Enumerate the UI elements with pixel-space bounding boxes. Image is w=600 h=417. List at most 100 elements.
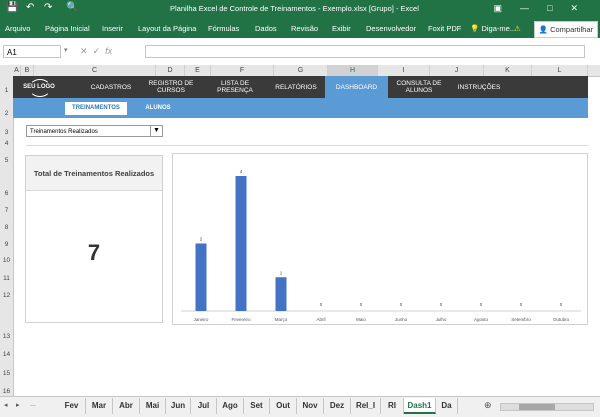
- row-header-3[interactable]: 3: [0, 129, 13, 136]
- col-header-h[interactable]: H: [328, 65, 378, 76]
- col-header-l[interactable]: L: [532, 65, 588, 76]
- sheet-tab-set[interactable]: Set: [244, 398, 270, 414]
- chart-category-label: Janeiro: [194, 317, 209, 322]
- cancel-icon[interactable]: ✕: [80, 46, 88, 56]
- col-header-c[interactable]: C: [34, 65, 156, 76]
- tab-foxit-pdf[interactable]: Foxit PDF: [428, 24, 461, 33]
- row-header-8[interactable]: 8: [0, 224, 13, 231]
- nav-lista-presenca[interactable]: LISTA DE PRESENÇA: [211, 76, 259, 98]
- redo-icon[interactable]: ↷: [44, 2, 52, 13]
- nav-relatorios[interactable]: RELATÓRIOS: [271, 76, 321, 98]
- scrollbar-thumb[interactable]: [519, 404, 555, 410]
- row-header-7[interactable]: 7: [0, 207, 13, 214]
- nav-consulta-alunos[interactable]: CONSULTA DE ALUNOS: [393, 76, 445, 98]
- sheet-tab-jun[interactable]: Jun: [166, 398, 191, 414]
- title-bar: 💾 ↶ ↷ 🔍 Planilha Excel de Controle de Tr…: [0, 0, 600, 20]
- chart-category-label: Setembro: [511, 317, 531, 322]
- tab-inserir[interactable]: Inserir: [102, 24, 123, 33]
- print-preview-icon[interactable]: 🔍: [66, 2, 78, 13]
- chart-category-label: Março: [275, 317, 288, 322]
- chart-bar: [275, 277, 287, 311]
- chart-category-label: Outubro: [553, 317, 570, 322]
- row-header-4[interactable]: 4: [0, 140, 13, 147]
- row-header-15[interactable]: 15: [0, 370, 13, 377]
- col-header-g[interactable]: G: [274, 65, 328, 76]
- row-header-6[interactable]: 6: [0, 190, 13, 197]
- row-header-1[interactable]: 1: [0, 87, 13, 94]
- chart-data-label: 2: [200, 237, 203, 242]
- chart-data-label: 4: [240, 169, 243, 174]
- chart-category-label: Julho: [436, 317, 447, 322]
- row-header-13[interactable]: 13: [0, 333, 13, 340]
- row-header-5[interactable]: 5: [0, 157, 13, 164]
- sheet-tab-mar[interactable]: Mar: [86, 398, 113, 414]
- row-header-11[interactable]: 11: [0, 275, 13, 282]
- row-header-16[interactable]: 16: [0, 388, 13, 395]
- row-header-14[interactable]: 14: [0, 351, 13, 358]
- company-logo: SEU LOGO: [21, 78, 57, 97]
- sheet-scroll-left-icon[interactable]: ◂: [4, 401, 8, 409]
- tab-revisao[interactable]: Revisão: [291, 24, 318, 33]
- report-type-dropdown[interactable]: Treinamentos Realizados ▼: [26, 125, 163, 137]
- col-header-k[interactable]: K: [484, 65, 532, 76]
- sheet-tab-ago[interactable]: Ago: [217, 398, 244, 414]
- save-icon[interactable]: 💾: [6, 2, 18, 13]
- dropdown-arrow-icon[interactable]: ▼: [150, 126, 162, 136]
- sheet-tab-nov[interactable]: Nov: [297, 398, 324, 414]
- row-header[interactable]: [0, 79, 13, 86]
- row-header-2[interactable]: 2: [0, 110, 13, 117]
- maximize-icon[interactable]: □: [547, 3, 570, 13]
- sheet-tab-dez[interactable]: Dez: [324, 398, 351, 414]
- col-header-e[interactable]: E: [185, 65, 211, 76]
- tell-me-box[interactable]: 💡 Diga-me...: [470, 24, 516, 33]
- close-icon[interactable]: ✕: [570, 3, 596, 13]
- sheet-more-left-icon[interactable]: ...: [30, 401, 36, 408]
- col-header-j[interactable]: J: [430, 65, 484, 76]
- col-header-f[interactable]: F: [211, 65, 274, 76]
- nav-dashboard[interactable]: DASHBOARD: [325, 76, 388, 98]
- formula-input[interactable]: [145, 45, 585, 58]
- tab-desenvolvedor[interactable]: Desenvolvedor: [366, 24, 416, 33]
- col-header-b[interactable]: B: [21, 65, 34, 76]
- tab-dados[interactable]: Dados: [255, 24, 277, 33]
- col-header-d[interactable]: D: [156, 65, 185, 76]
- chart-category-label: Agosto: [474, 317, 489, 322]
- sheet-tab-fev[interactable]: Fev: [58, 398, 86, 414]
- name-box-dropdown-icon[interactable]: ▾: [64, 46, 68, 54]
- sheet-tab-rel-i[interactable]: Rel_I: [351, 398, 381, 414]
- sheet-scroll-right-icon[interactable]: ▸: [16, 401, 20, 409]
- tab-pagina-inicial[interactable]: Página Inicial: [45, 24, 90, 33]
- name-box[interactable]: A1: [3, 45, 61, 58]
- tab-arquivo[interactable]: Arquivo: [5, 24, 30, 33]
- sheet-tab-ri[interactable]: RI: [381, 398, 404, 414]
- nav-cadastros[interactable]: CADASTROS: [85, 76, 137, 98]
- sheet-tab-dash1[interactable]: Dash1: [404, 398, 436, 414]
- sheet-tab-out[interactable]: Out: [270, 398, 297, 414]
- enter-icon[interactable]: ✓: [93, 46, 101, 56]
- sheet-tab-abr[interactable]: Abr: [113, 398, 140, 414]
- horizontal-scrollbar[interactable]: [500, 403, 594, 411]
- sheet-tab-da[interactable]: Da: [436, 398, 458, 414]
- add-sheet-icon[interactable]: ⊕: [484, 400, 492, 411]
- col-header-i[interactable]: I: [378, 65, 430, 76]
- row-header-9[interactable]: 9: [0, 241, 13, 248]
- row-header-10[interactable]: 10: [0, 257, 13, 264]
- nav-registro-cursos[interactable]: REGISTRO DE CURSOS: [145, 76, 197, 98]
- nav-instrucoes[interactable]: INSTRUÇÕES: [453, 76, 505, 98]
- function-icon[interactable]: fx: [105, 46, 112, 56]
- tab-formulas[interactable]: Fórmulas: [208, 24, 239, 33]
- col-header-a[interactable]: A: [13, 65, 21, 76]
- undo-icon[interactable]: ↶: [26, 2, 34, 13]
- minimize-icon[interactable]: —: [520, 3, 547, 13]
- tab-exibir[interactable]: Exibir: [332, 24, 351, 33]
- tab-layout-pagina[interactable]: Layout da Página: [138, 24, 196, 33]
- ribbon-display-icon[interactable]: ▣: [494, 3, 521, 13]
- row-header-12[interactable]: 12: [0, 292, 13, 299]
- share-button[interactable]: 👤 Compartilhar: [533, 21, 598, 38]
- chart-data-label: 0: [360, 302, 363, 307]
- sheet-tab-jul[interactable]: Jul: [191, 398, 217, 414]
- subtab-alunos[interactable]: ALUNOS: [133, 102, 183, 115]
- window-controls[interactable]: ▣—□✕: [494, 3, 597, 14]
- subtab-treinamentos[interactable]: TREINAMENTOS: [65, 102, 127, 115]
- sheet-tab-mai[interactable]: Mai: [140, 398, 166, 414]
